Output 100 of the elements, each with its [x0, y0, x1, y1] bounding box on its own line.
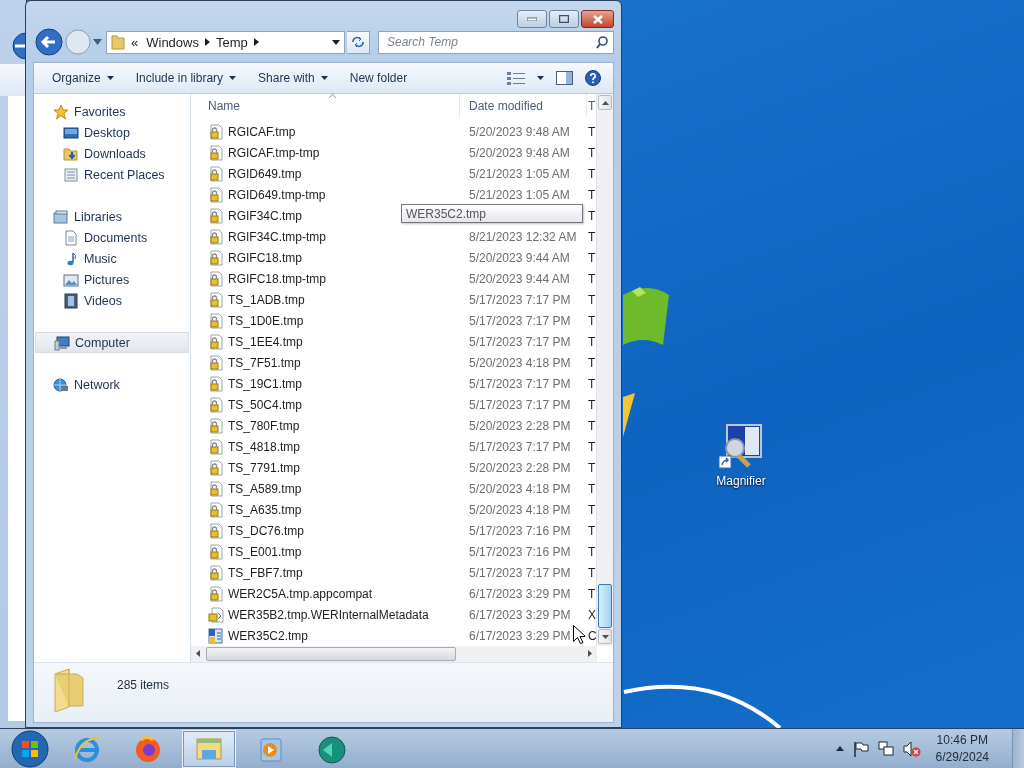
network-monitor-icon[interactable] [877, 740, 894, 757]
type-text: T [588, 292, 596, 307]
navigation-item[interactable]: Videos [34, 290, 190, 311]
type-text: T [588, 334, 596, 349]
magnifier-monitor-icon[interactable] [717, 422, 765, 470]
navigation-item[interactable]: Documents [34, 227, 190, 248]
file-name[interactable]: RGIF34C.tmp-tmp [228, 229, 326, 244]
taskbar-button[interactable] [182, 729, 236, 768]
file-name[interactable]: TS_7F51.tmp [228, 355, 301, 370]
chevron-right-icon[interactable] [205, 38, 210, 46]
navigation-item[interactable]: Network [34, 374, 190, 395]
file-name[interactable]: TS_E001.tmp [228, 544, 302, 559]
preview-pane-icon[interactable] [556, 71, 573, 85]
scroll-thumb[interactable] [206, 647, 456, 661]
scroll-up-icon[interactable] [601, 100, 609, 105]
date-modified: 5/17/2023 7:17 PM [469, 334, 571, 349]
navigation-item[interactable]: Pictures [34, 269, 190, 290]
dropdown-caret-icon[interactable] [332, 39, 340, 45]
file-name[interactable]: TS_4818.tmp [228, 439, 301, 454]
date-modified: 8/21/2023 12:32 AM [469, 229, 577, 244]
file-name[interactable]: RGICAF.tmp-tmp [228, 145, 320, 160]
navigation-item[interactable]: Libraries [34, 206, 190, 227]
flag-icon[interactable] [852, 740, 869, 757]
type-text: T [588, 586, 596, 601]
date-modified: 6/17/2023 3:29 PM [469, 607, 571, 622]
mouse-pointer-icon [573, 625, 585, 644]
start-orb-icon[interactable] [11, 729, 49, 768]
file-name[interactable]: RGICAF.tmp [228, 124, 296, 139]
breadcrumb-overflow-button[interactable]: « [129, 34, 141, 50]
toolbar-button[interactable]: Share with [250, 67, 336, 89]
locked-file-icon [208, 375, 224, 392]
type-text: T [588, 166, 596, 181]
view-options-caret-icon[interactable] [537, 76, 544, 80]
clock-date[interactable]: 6/29/2024 [935, 748, 989, 766]
show-hidden-icons-icon[interactable] [835, 746, 844, 751]
file-name[interactable]: TS_A635.tmp [228, 502, 302, 517]
file-name[interactable]: RGIF34C.tmp [228, 208, 302, 223]
file-name[interactable]: TS_DC76.tmp [228, 523, 305, 538]
file-name[interactable]: TS_7791.tmp [228, 460, 301, 475]
date-modified: 5/20/2023 2:28 PM [469, 460, 571, 475]
navigation-item[interactable]: Recent Places [34, 164, 190, 185]
type-text: T [588, 502, 596, 517]
navigation-item[interactable]: Desktop [34, 122, 190, 143]
scroll-thumb[interactable] [598, 584, 612, 628]
scroll-down-icon[interactable] [601, 634, 609, 639]
toolbar-button[interactable]: Include in library [127, 67, 245, 89]
desktop-icon-label[interactable]: Magnifier [716, 474, 766, 488]
file-name[interactable]: WER35B2.tmp.WERInternalMetadata [228, 607, 429, 622]
horizontal-scrollbar[interactable] [191, 646, 597, 662]
view-list-icon[interactable] [507, 71, 525, 85]
toolbar-button[interactable]: Organize [44, 67, 122, 89]
file-name[interactable]: RGIFC18.tmp [228, 250, 302, 265]
clock-time[interactable]: 10:46 PM [936, 731, 988, 749]
file-name[interactable]: TS_1ADB.tmp [228, 292, 305, 307]
date-modified: 5/20/2023 2:28 PM [469, 418, 571, 433]
locked-file-icon [208, 291, 224, 308]
breadcrumb-button[interactable]: Windows [144, 34, 201, 50]
refresh-button[interactable] [347, 30, 370, 54]
file-name[interactable]: TS_780F.tmp [228, 418, 300, 433]
navigation-item[interactable]: Music [34, 248, 190, 269]
file-name[interactable]: TS_1D0E.tmp [228, 313, 304, 328]
chevron-right-icon[interactable] [253, 38, 259, 46]
toolbar-button[interactable]: New folder [341, 67, 416, 89]
navigation-item[interactable]: Downloads [34, 143, 190, 164]
file-name[interactable]: RGID649.tmp [228, 166, 302, 181]
file-name[interactable]: RGID649.tmp-tmp [228, 187, 326, 202]
column-header[interactable]: Date modified [459, 94, 586, 117]
background-window[interactable] [0, 0, 27, 728]
libraries-icon [53, 208, 69, 225]
file-name[interactable]: WER2C5A.tmp.appcompat [228, 586, 373, 601]
vertical-scrollbar[interactable] [596, 94, 613, 646]
minimize-button[interactable] [517, 10, 547, 28]
locked-file-icon [208, 459, 224, 476]
date-modified: 5/20/2023 4:18 PM [469, 481, 571, 496]
navigation-item[interactable]: Computer [35, 332, 189, 353]
file-name[interactable]: WER35C2.tmp [228, 628, 309, 643]
file-name[interactable]: TS_FBF7.tmp [228, 565, 303, 580]
close-button[interactable] [581, 10, 614, 28]
scroll-right-icon[interactable] [588, 650, 592, 657]
maximize-button[interactable] [549, 10, 579, 28]
file-name[interactable]: RGIFC18.tmp-tmp [228, 271, 326, 286]
help-icon[interactable] [585, 70, 601, 86]
file-name[interactable]: TS_50C4.tmp [228, 397, 303, 412]
file-name[interactable]: TS_19C1.tmp [228, 376, 303, 391]
locked-file-icon [208, 186, 224, 203]
navigation-item[interactable]: Favorites [34, 101, 190, 122]
file-name[interactable]: TS_1EE4.tmp [228, 334, 303, 349]
xml-file-icon [208, 606, 224, 623]
recent-pages-caret-icon[interactable] [93, 39, 102, 45]
date-modified: 5/20/2023 9:48 AM [469, 145, 570, 160]
speaker-muted-icon[interactable] [902, 740, 921, 757]
column-header[interactable]: Name [191, 98, 459, 113]
type-text: T [588, 481, 596, 496]
breadcrumb-button[interactable]: Temp [214, 34, 250, 50]
fox-globe-icon [133, 733, 163, 764]
scroll-left-icon[interactable] [196, 650, 200, 657]
file-name[interactable]: TS_A589.tmp [228, 481, 302, 496]
search-field[interactable]: Search Temp [378, 30, 614, 54]
address-bar[interactable]: « Windows Temp [106, 30, 345, 54]
type-text: T [588, 187, 596, 202]
